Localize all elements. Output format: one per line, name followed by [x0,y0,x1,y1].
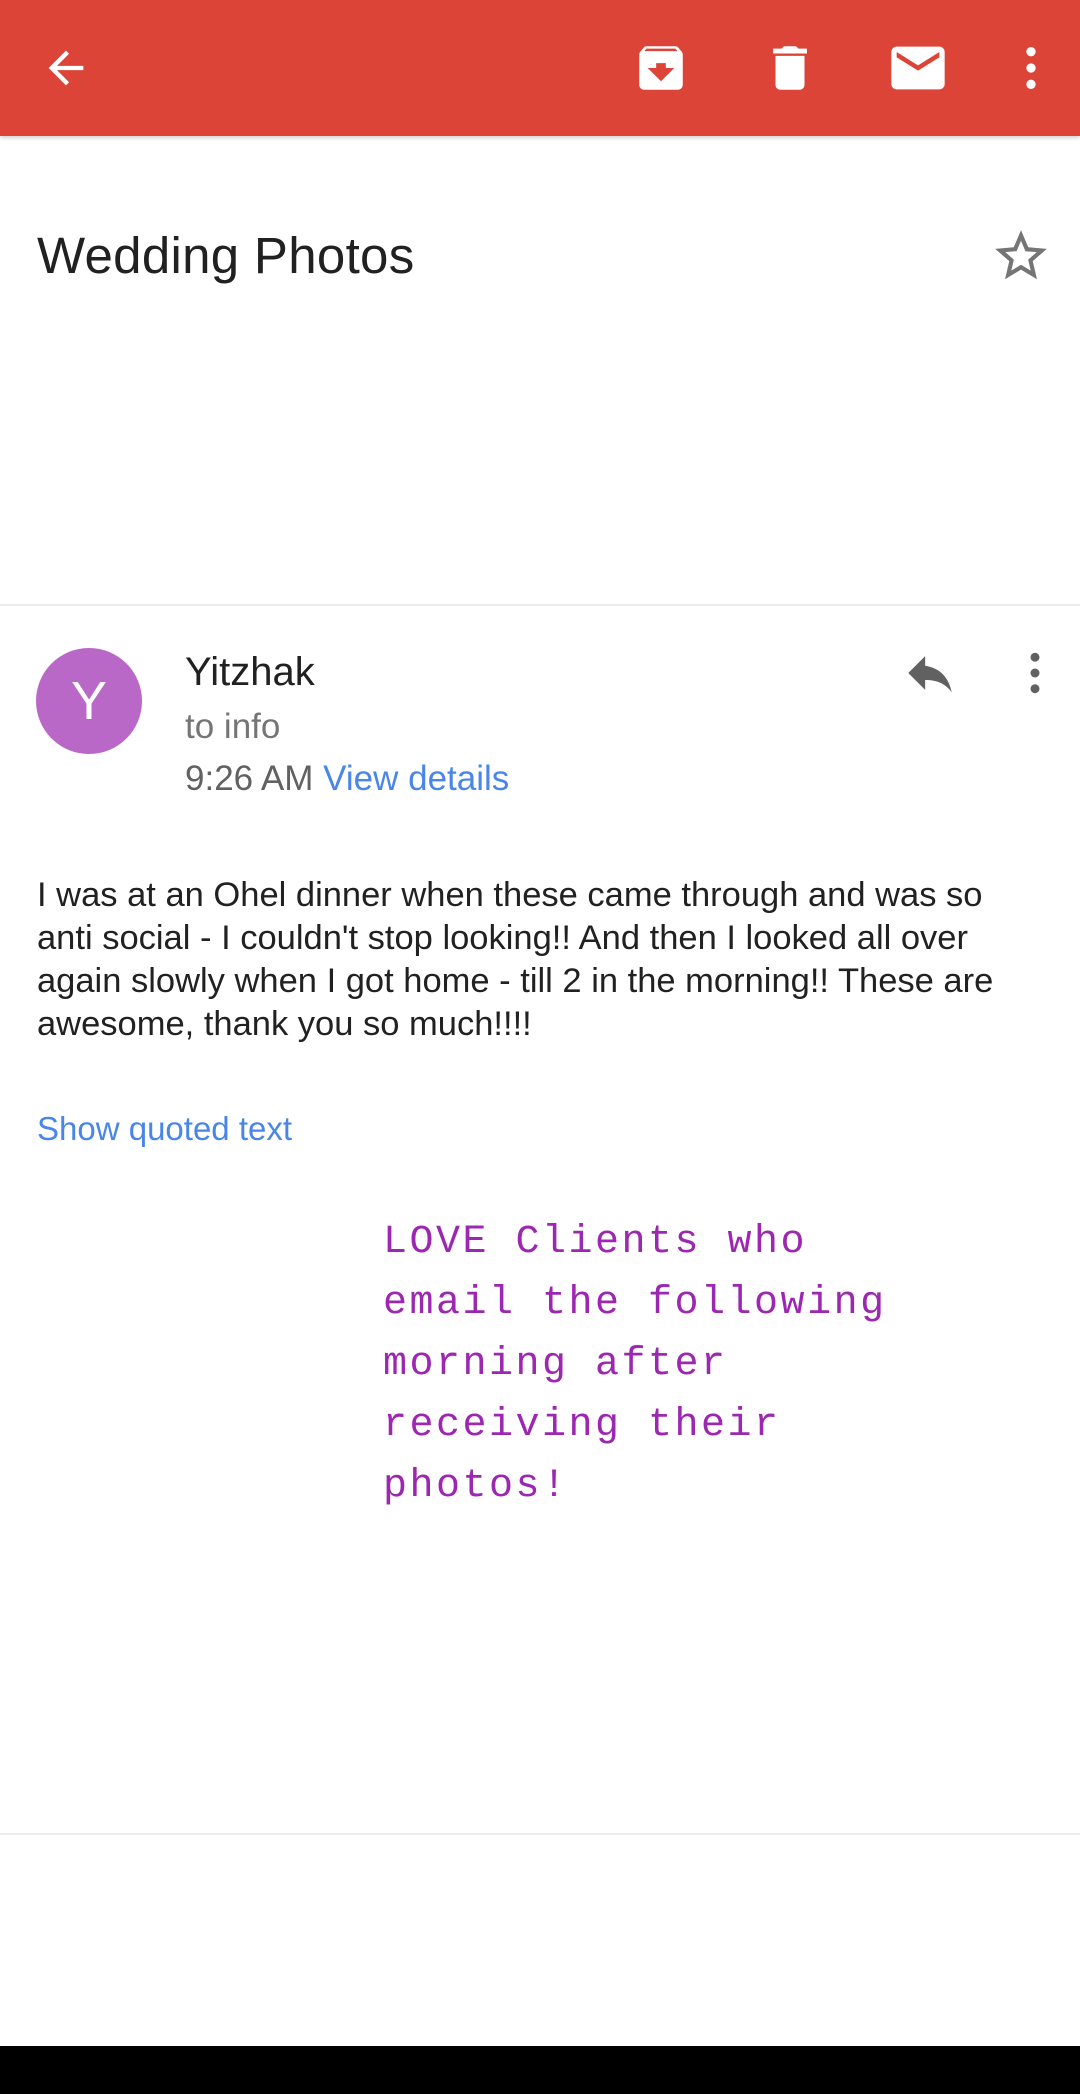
message-body: I was at an Ohel dinner when these came … [37,876,994,1043]
show-quoted-text-link[interactable]: Show quoted text [37,1110,292,1148]
trash-icon [773,46,807,90]
message-meta: 9:26 AM View details [185,759,509,799]
email-subject: Wedding Photos [37,227,415,284]
delete-button[interactable] [750,28,830,108]
overlay-note: LOVE Clients who email the following mor… [383,1220,887,1509]
avatar[interactable]: Y [36,648,142,754]
mark-unread-button[interactable] [878,28,958,108]
subject-row: Wedding Photos [0,200,1080,310]
recipient-line: to info [185,707,281,746]
reply-button[interactable] [895,638,965,708]
more-vert-icon [1026,47,1036,89]
star-button[interactable] [990,225,1060,295]
archive-button[interactable] [621,28,701,108]
reply-icon [908,656,952,693]
email-view: Wedding Photos Y Yitzhak to info 9:26 AM… [0,0,1080,2094]
star-outline-icon [995,230,1047,280]
archive-icon [639,46,683,90]
system-nav-bar [0,2046,1080,2094]
more-vert-icon [1030,652,1040,694]
overflow-menu-button[interactable] [991,28,1071,108]
back-button[interactable] [26,28,106,108]
mail-icon [891,46,945,90]
message-more-button[interactable] [1000,638,1070,708]
top-app-bar [0,0,1080,136]
message-end-divider [0,1833,1080,1835]
message-time: 9:26 AM [185,759,314,798]
sender-name: Yitzhak [185,650,315,694]
arrow-left-icon [48,50,84,86]
header-divider [0,604,1080,606]
view-details-link[interactable]: View details [323,759,509,798]
